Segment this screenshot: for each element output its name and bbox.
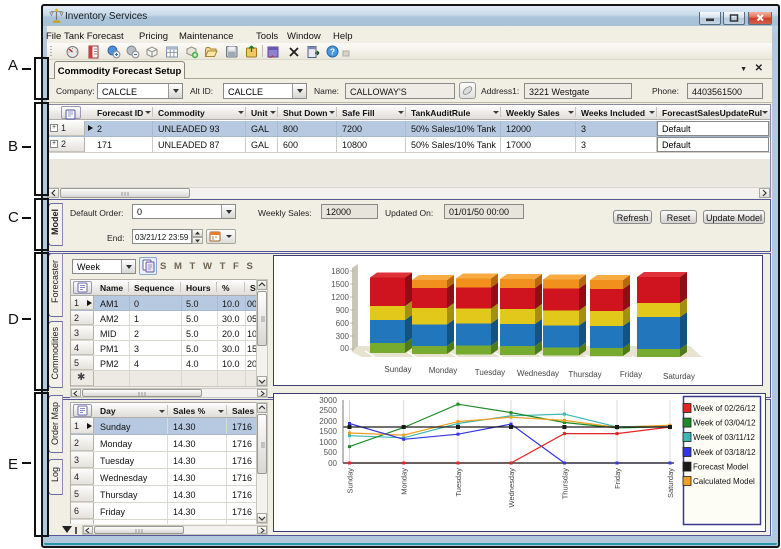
svg-text:Friday: Friday: [613, 468, 622, 489]
svg-text:Calculated Model: Calculated Model: [693, 477, 755, 486]
svg-text:1000: 1000: [319, 438, 337, 447]
svg-text:500: 500: [324, 448, 338, 457]
svg-text:Monday: Monday: [429, 366, 457, 375]
svg-text:Week of 03/11/12: Week of 03/11/12: [693, 433, 756, 442]
svg-text:Saturday: Saturday: [663, 372, 695, 381]
svg-text:Week of 02/26/12: Week of 02/26/12: [693, 404, 756, 413]
svg-text:Week of 03/18/12: Week of 03/18/12: [693, 448, 756, 457]
svg-text:00: 00: [328, 459, 337, 468]
svg-text:600: 600: [336, 319, 350, 328]
svg-text:900: 900: [336, 306, 350, 315]
svg-text:300: 300: [336, 332, 350, 341]
svg-text:2500: 2500: [319, 406, 337, 415]
svg-text:1200: 1200: [331, 293, 349, 302]
svg-text:1800: 1800: [331, 267, 349, 276]
svg-text:Tuesday: Tuesday: [454, 468, 463, 497]
svg-text:Week of 03/04/12: Week of 03/04/12: [693, 419, 756, 428]
svg-text:Friday: Friday: [620, 370, 642, 379]
svg-text:Saturday: Saturday: [666, 468, 675, 498]
svg-text:Sunday: Sunday: [384, 365, 411, 374]
svg-text:Thursday: Thursday: [568, 370, 601, 379]
svg-text:Monday: Monday: [400, 468, 409, 495]
svg-text:Wednesday: Wednesday: [517, 369, 559, 378]
svg-text:Wednesday: Wednesday: [507, 468, 516, 508]
svg-text:1500: 1500: [331, 280, 349, 289]
svg-text:Sunday: Sunday: [346, 468, 355, 494]
svg-text:Tuesday: Tuesday: [475, 368, 505, 377]
svg-text:?: ?: [330, 47, 335, 57]
svg-text:00: 00: [340, 344, 349, 353]
svg-text:1500: 1500: [319, 427, 337, 436]
svg-text:3000: 3000: [319, 396, 337, 405]
svg-text:2000: 2000: [319, 417, 337, 426]
svg-text:Forecast Model: Forecast Model: [693, 463, 748, 472]
svg-text:Thursday: Thursday: [560, 468, 569, 500]
